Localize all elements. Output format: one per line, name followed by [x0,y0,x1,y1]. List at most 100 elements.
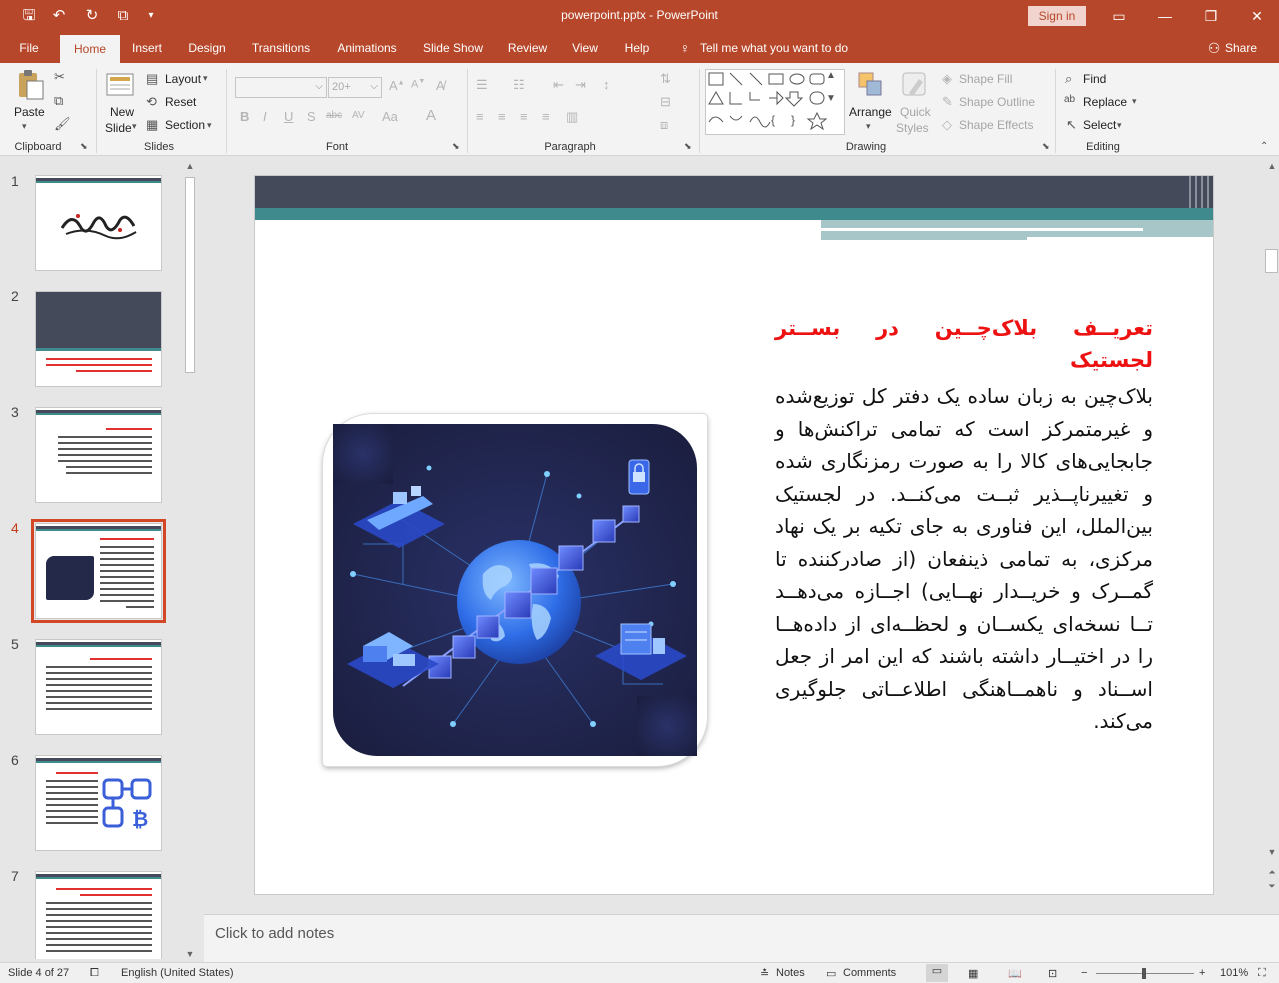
zoom-out-icon[interactable]: − [1081,967,1087,979]
thumbnail-scrollbar[interactable]: ▲ ▼ [184,161,196,961]
shape-fill-icon[interactable]: ◈ [942,71,952,87]
numbering-icon[interactable]: ☷ [513,77,525,93]
slide-scrollbar[interactable]: ▲ ▼ ⏶ ⏷ [1264,157,1279,912]
find-icon[interactable]: ⌕ [1065,71,1072,87]
find-button[interactable]: Find [1083,72,1106,86]
collapse-ribbon-icon[interactable]: ⌃ [1260,141,1268,152]
scroll-up-icon[interactable]: ▲ [184,161,196,173]
current-slide[interactable]: تعریــف بلاک‌چــین در بســتر لجستیک بلاک… [254,175,1214,895]
slide-body-text[interactable]: بلاک‌چین به زبان ساده یک دفتر کل توزیع‌ش… [775,380,1153,738]
arrange-icon[interactable] [857,71,885,102]
slide-title[interactable]: تعریــف بلاک‌چــین در بســتر لجستیک [775,312,1153,376]
cut-icon[interactable]: ✂ [54,69,65,85]
reset-button[interactable]: Reset [165,95,196,109]
underline-icon[interactable]: U [284,109,293,124]
ribbon-display-options-icon[interactable]: ▭ [1104,4,1134,28]
copy-icon[interactable]: ⧉ [54,93,63,109]
notes-placeholder[interactable]: Click to add notes [215,925,334,942]
align-right-icon[interactable]: ≡ [520,109,528,124]
align-center-icon[interactable]: ≡ [498,109,506,124]
tab-insert[interactable]: Insert [124,33,170,63]
reading-view-icon[interactable]: 📖 [1008,967,1022,980]
shape-outline-button[interactable]: Shape Outline [959,95,1035,109]
font-color-icon[interactable]: A [426,107,436,124]
notes-button[interactable]: Notes [776,967,805,979]
bold-icon[interactable]: B [240,109,249,124]
new-slide-dropdown-icon[interactable]: ▾ [132,121,137,132]
tab-review[interactable]: Review [500,33,555,63]
font-launcher-icon[interactable]: ⬊ [452,141,460,152]
language-indicator[interactable]: English (United States) [121,967,234,979]
normal-view-icon[interactable]: ▭ [926,964,948,982]
format-painter-icon[interactable]: 🖌 [54,116,71,132]
layout-button[interactable]: Layout [165,72,201,86]
scroll-down-icon[interactable]: ▼ [1266,847,1278,859]
increase-indent-icon[interactable]: ⇥ [575,77,586,93]
gallery-scroll-up-icon[interactable]: ▲ [826,70,836,81]
quick-styles-label-1[interactable]: Quick [900,105,931,119]
tab-animations[interactable]: Animations [330,33,404,63]
shadow-icon[interactable]: S [307,109,316,124]
maximize-icon[interactable]: ❐ [1196,4,1226,28]
arrange-dropdown-icon[interactable]: ▾ [866,121,871,132]
decrease-font-icon[interactable]: A▼ [411,78,425,91]
smartart-icon[interactable]: ⧈ [660,117,668,133]
paragraph-launcher-icon[interactable]: ⬊ [684,141,692,152]
spelling-icon[interactable]: ⧠ [90,967,99,980]
italic-icon[interactable]: I [263,109,267,124]
increase-font-icon[interactable]: A▲ [389,78,405,93]
scrollbar-thumb[interactable] [185,177,195,373]
slide-sorter-icon[interactable]: ▦ [968,967,978,980]
scroll-down-icon[interactable]: ▼ [184,949,196,961]
previous-slide-icon[interactable]: ⏶ [1266,867,1278,879]
minimize-icon[interactable]: — [1150,4,1180,28]
shape-fill-button[interactable]: Shape Fill [959,72,1012,86]
reset-icon[interactable]: ⟲ [146,94,157,110]
next-slide-icon[interactable]: ⏷ [1266,881,1278,893]
comments-icon[interactable]: ▭ [826,967,836,980]
slide-thumbnail-2[interactable] [35,291,162,387]
quick-styles-icon[interactable] [901,71,931,104]
bullets-icon[interactable]: ☰ [476,77,488,93]
tab-view[interactable]: View [566,33,604,63]
align-text-icon[interactable]: ⊟ [660,94,671,110]
font-name-combo[interactable]: ⌵ [235,77,327,98]
shape-outline-icon[interactable]: ✎ [942,94,953,110]
text-direction-icon[interactable]: ⇅ [660,71,671,87]
slide-show-icon[interactable]: ⊡ [1048,967,1057,980]
shape-effects-button[interactable]: Shape Effects [959,118,1034,132]
shapes-gallery[interactable]: { } [705,69,845,135]
replace-icon[interactable]: ab [1064,94,1075,105]
tab-home[interactable]: Home [60,35,120,63]
tab-file[interactable]: File [8,33,50,63]
comments-button[interactable]: Comments [843,967,896,979]
section-icon[interactable]: ▦ [146,117,158,133]
paste-label[interactable]: Paste [14,105,45,119]
notes-icon[interactable]: ≛ [760,967,769,980]
new-slide-label-2[interactable]: Slide [105,121,132,135]
slide-thumbnail-3[interactable] [35,407,162,503]
notes-pane[interactable]: Click to add notes [204,914,1279,962]
scrollbar-thumb[interactable] [1265,249,1278,273]
justify-icon[interactable]: ≡ [542,109,550,124]
line-spacing-icon[interactable]: ↕ [603,77,610,92]
decrease-indent-icon[interactable]: ⇤ [553,77,564,93]
image-frame[interactable] [323,414,707,766]
font-size-combo[interactable]: 20+ ⌵ [328,77,382,98]
section-dropdown-icon[interactable]: ▾ [207,120,212,131]
layout-dropdown-icon[interactable]: ▾ [203,73,208,84]
zoom-slider-thumb[interactable] [1142,968,1146,979]
arrange-button[interactable]: Arrange [849,105,892,119]
fit-to-window-icon[interactable]: ⛶ [1258,967,1266,980]
tab-help[interactable]: Help [618,33,656,63]
gallery-scroll-down-icon[interactable]: ▼ [826,93,836,104]
layout-icon[interactable]: ▤ [146,71,158,87]
drawing-launcher-icon[interactable]: ⬊ [1042,141,1050,152]
clipboard-launcher-icon[interactable]: ⬊ [80,141,88,152]
select-cursor-icon[interactable]: ↖ [1066,117,1077,133]
columns-icon[interactable]: ▥ [566,109,578,125]
scroll-up-icon[interactable]: ▲ [1266,161,1278,173]
align-left-icon[interactable]: ≡ [476,109,484,124]
section-button[interactable]: Section [165,118,205,132]
paste-dropdown-icon[interactable]: ▾ [22,121,27,132]
